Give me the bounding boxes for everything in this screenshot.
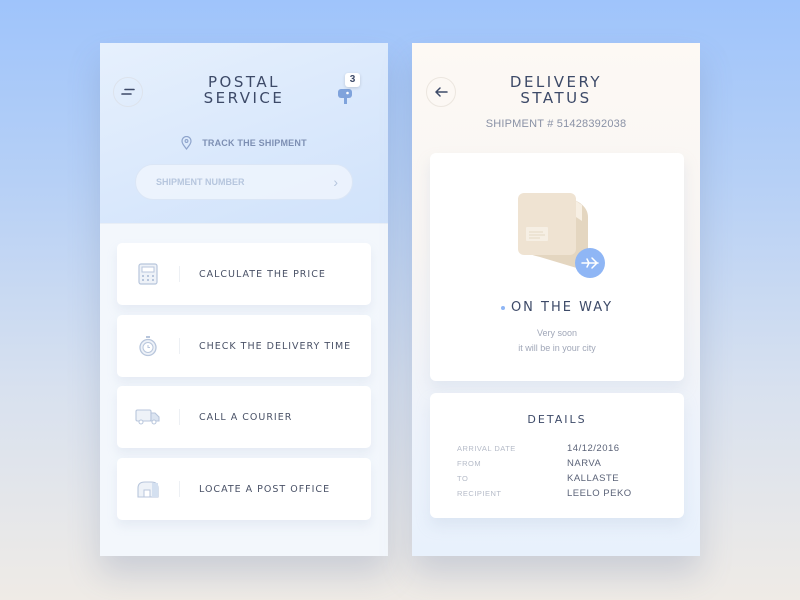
title-line-1: DELIVERY (509, 73, 603, 91)
status-message-line-1: Very soon (536, 328, 578, 338)
status-dot (500, 305, 505, 310)
truck-icon (135, 409, 160, 425)
detail-key: ARRIVAL DATE (457, 444, 516, 453)
detail-row-to: TO KALLASTE (457, 473, 667, 484)
status-message: Very soon it will be in your city (430, 326, 684, 356)
menu-item-locate-post-office[interactable]: LOCATE A POST OFFICE (117, 458, 371, 520)
shipment-number-input[interactable] (154, 176, 334, 188)
postal-service-screen: POSTAL SERVICE 3 TRACK THE SHIPMENT › (100, 43, 388, 556)
status-row: ON THE WAY (430, 300, 684, 315)
track-shipment-row: TRACK THE SHIPMENT (100, 136, 388, 150)
menu-panel: CALCULATE THE PRICE CHECK THE DELIVERY T… (100, 223, 388, 556)
package-icon (518, 193, 605, 278)
shipment-search: › (135, 164, 353, 200)
detail-key: FROM (457, 459, 482, 468)
menu-item-label: CALCULATE THE PRICE (199, 268, 326, 280)
location-pin-icon (181, 136, 192, 150)
detail-key: RECIPIENT (457, 489, 502, 498)
detail-key: TO (457, 474, 469, 483)
shipment-number: SHIPMENT # 51428392038 (485, 118, 627, 130)
detail-value: KALLASTE (567, 473, 620, 484)
menu-item-label: CHECK THE DELIVERY TIME (199, 340, 352, 352)
detail-value: LEELO PEKO (567, 488, 632, 499)
detail-row-from: FROM NARVA (457, 458, 667, 469)
status-card: ON THE WAY Very soon it will be in your … (430, 153, 684, 381)
detail-row-arrival-date: ARRIVAL DATE 14/12/2016 (457, 443, 667, 454)
chevron-right-icon[interactable]: › (333, 174, 338, 190)
menu-item-calculate-price[interactable]: CALCULATE THE PRICE (117, 243, 371, 305)
detail-value: NARVA (567, 458, 602, 469)
detail-value: 14/12/2016 (567, 443, 620, 454)
stopwatch-icon (139, 336, 157, 357)
notification-badge: 3 (345, 73, 360, 87)
calculator-icon (138, 263, 158, 285)
status-label: ON THE WAY (510, 300, 614, 315)
menu-item-delivery-time[interactable]: CHECK THE DELIVERY TIME (117, 315, 371, 377)
details-title: DETAILS (527, 413, 587, 426)
page-title: DELIVERY STATUS (412, 74, 700, 106)
menu-item-call-courier[interactable]: CALL A COURIER (117, 386, 371, 448)
menu-item-label: LOCATE A POST OFFICE (199, 483, 331, 495)
detail-row-recipient: RECIPIENT LEELO PEKO (457, 488, 667, 499)
track-shipment-label: TRACK THE SHIPMENT (202, 138, 307, 148)
post-office-icon (137, 481, 159, 498)
details-card: DETAILS ARRIVAL DATE 14/12/2016 FROM NAR… (430, 393, 684, 518)
delivery-status-screen: DELIVERY STATUS SHIPMENT # 51428392038 O… (412, 43, 700, 556)
title-line-2: STATUS (520, 89, 592, 107)
menu-item-label: CALL A COURIER (199, 411, 293, 423)
mailbox-icon[interactable] (337, 87, 355, 105)
status-message-line-2: it will be in your city (518, 343, 596, 353)
